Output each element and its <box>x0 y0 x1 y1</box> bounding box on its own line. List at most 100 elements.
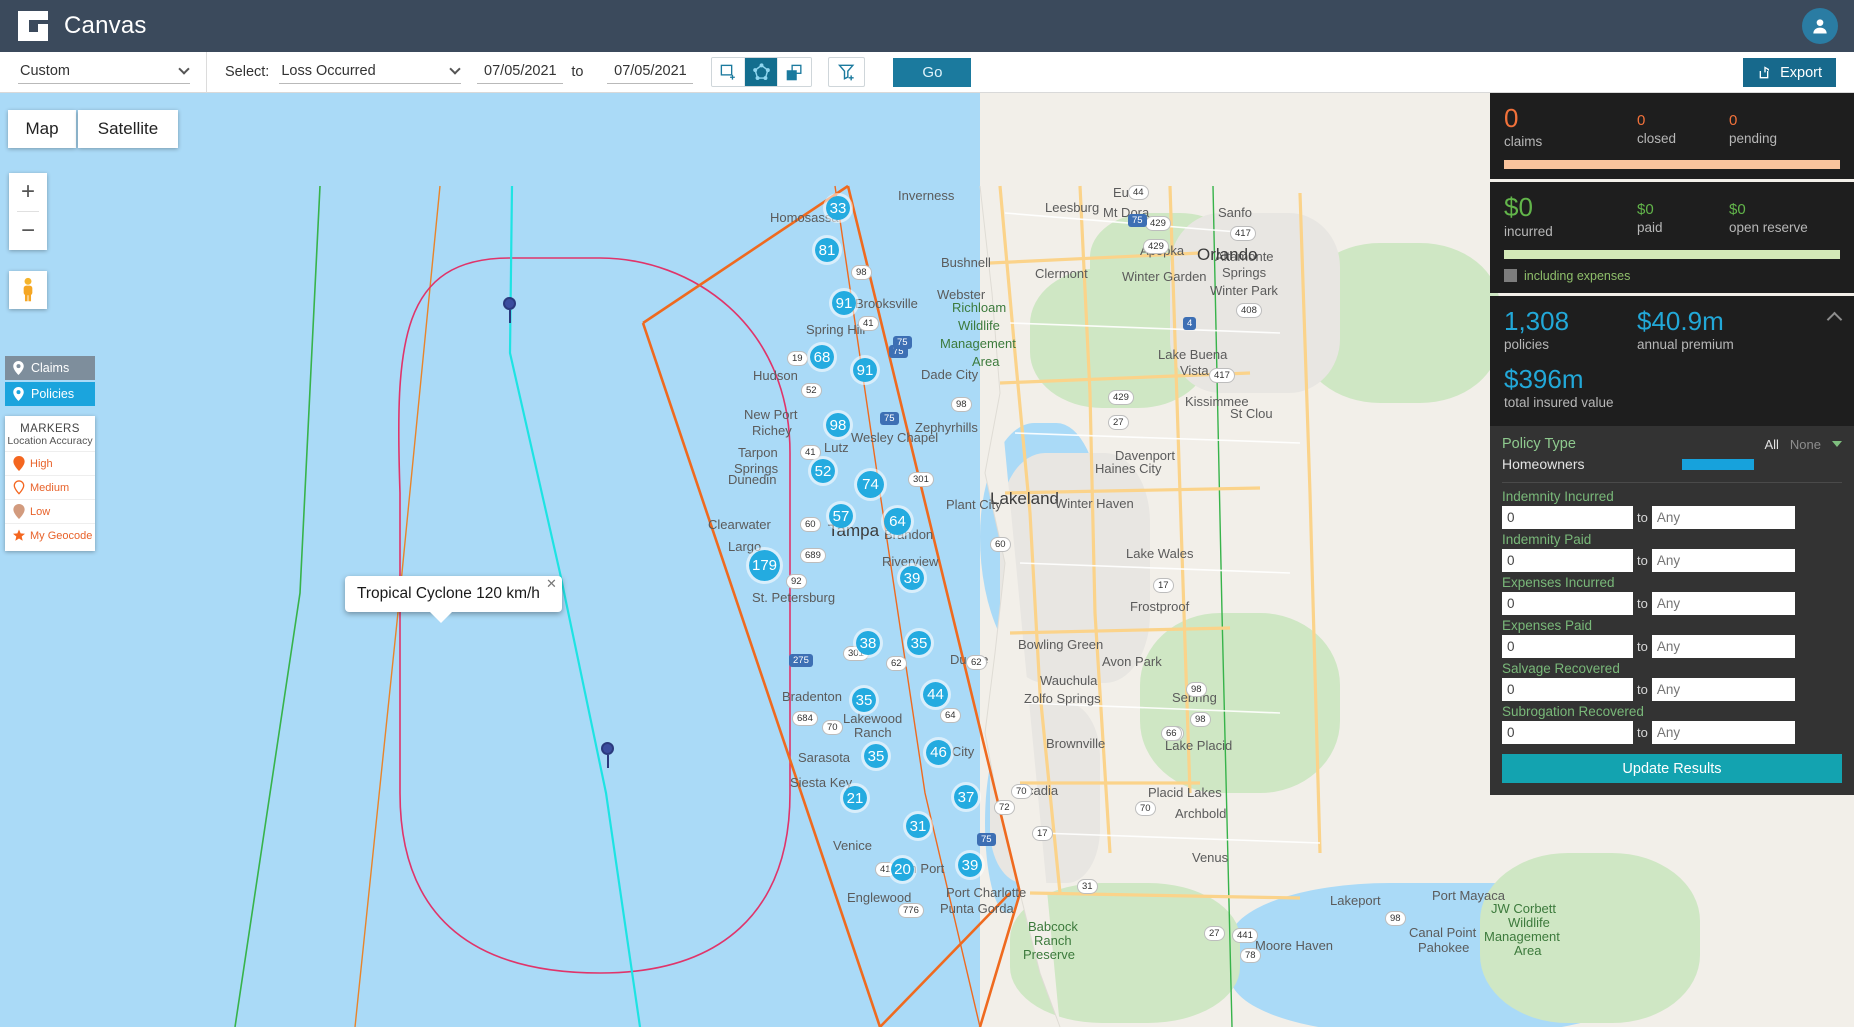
zoom-out-button[interactable]: − <box>9 212 47 250</box>
map-cluster-marker[interactable]: 35 <box>861 741 891 771</box>
map-cluster-marker[interactable]: 31 <box>903 811 933 841</box>
filter-group: Indemnity Paidto <box>1502 532 1842 572</box>
including-expenses-row[interactable]: including expenses <box>1504 269 1840 283</box>
filter-max-input[interactable] <box>1652 635 1795 658</box>
filters-divider <box>1502 482 1842 483</box>
policy-type-bar-homeowners <box>1682 459 1754 470</box>
filter-max-input[interactable] <box>1652 678 1795 701</box>
map-cluster-marker[interactable]: 179 <box>746 547 783 584</box>
date-from-input[interactable]: 07/05/2021 <box>477 61 563 84</box>
layer-chip-claims[interactable]: Claims <box>5 356 95 380</box>
claims-total-value: 0 <box>1504 105 1637 132</box>
map-cluster-marker[interactable]: 74 <box>854 468 887 501</box>
storm-track-point[interactable] <box>601 742 614 768</box>
zoom-in-button[interactable]: + <box>9 173 47 211</box>
incurred-progress-bar <box>1504 250 1840 259</box>
filter-label: Expenses Incurred <box>1502 575 1842 590</box>
map-type-map[interactable]: Map <box>8 110 76 148</box>
map-type-satellite[interactable]: Satellite <box>78 110 178 148</box>
map-place-label: Lutz <box>824 440 849 455</box>
policy-summary-card: 1,308 policies $40.9m annual premium $39… <box>1490 296 1854 427</box>
export-label: Export <box>1780 65 1822 81</box>
loss-basis-select[interactable]: Loss Occurred <box>279 61 461 84</box>
map-cluster-marker[interactable]: 91 <box>829 288 859 318</box>
policy-type-actions: All None <box>1764 437 1842 452</box>
date-preset-value: Custom <box>20 63 70 79</box>
chevron-up-icon[interactable] <box>1829 314 1840 325</box>
user-avatar-icon[interactable] <box>1802 8 1838 44</box>
filter-min-input[interactable] <box>1502 678 1633 701</box>
claims-summary-card: 0 claims 0 closed 0 pending <box>1490 93 1854 179</box>
filter-max-input[interactable] <box>1652 592 1795 615</box>
filter-label: Expenses Paid <box>1502 618 1842 633</box>
storm-track-point[interactable] <box>503 297 516 323</box>
map-cluster-marker[interactable]: 39 <box>955 850 985 880</box>
map-cluster-marker[interactable]: 68 <box>807 342 837 372</box>
date-preset-select[interactable]: Custom <box>18 61 190 84</box>
filter-max-input[interactable] <box>1652 506 1795 529</box>
filter-min-input[interactable] <box>1502 592 1633 615</box>
map-cluster-marker[interactable]: 39 <box>897 563 927 593</box>
map-cluster-marker[interactable]: 37 <box>951 782 981 812</box>
filter-min-input[interactable] <box>1502 721 1633 744</box>
map-cluster-marker[interactable]: 57 <box>826 501 856 531</box>
caret-down-icon[interactable] <box>1832 441 1842 447</box>
date-to-input[interactable]: 07/05/2021 <box>607 61 693 84</box>
map-cluster-marker[interactable]: 46 <box>923 737 954 768</box>
map-cluster-marker[interactable]: 21 <box>840 783 870 813</box>
map-cluster-marker[interactable]: 98 <box>823 410 853 440</box>
map-cluster-marker[interactable]: 35 <box>849 685 879 715</box>
map-cluster-marker[interactable]: 33 <box>823 193 853 223</box>
rectangle-select-icon[interactable] <box>712 58 745 86</box>
layer-chip-claims-label: Claims <box>31 361 69 375</box>
filter-max-input[interactable] <box>1652 549 1795 572</box>
export-button[interactable]: Export <box>1743 58 1836 87</box>
tiv-stat: $396m total insured value <box>1504 366 1840 410</box>
premium-value: $40.9m <box>1637 308 1734 335</box>
polygon-select-icon[interactable] <box>745 58 778 86</box>
policies-value: 1,308 <box>1504 308 1637 335</box>
markers-legend: MARKERS Location Accuracy High Medium Lo… <box>5 416 95 551</box>
claims-pending: 0 pending <box>1729 105 1821 149</box>
map-cluster-marker[interactable]: 91 <box>850 355 880 385</box>
update-results-button[interactable]: Update Results <box>1502 754 1842 783</box>
map-cluster-marker[interactable]: 20 <box>888 855 917 884</box>
map-cluster-marker[interactable]: 38 <box>853 628 883 658</box>
map-cluster-marker[interactable]: 52 <box>808 456 838 486</box>
filter-min-input[interactable] <box>1502 506 1633 529</box>
legend-label-high: High <box>30 458 53 470</box>
filter-max-input[interactable] <box>1652 721 1795 744</box>
filter-row: to <box>1502 506 1842 529</box>
policy-type-all[interactable]: All <box>1764 437 1778 452</box>
incurred-value: $0 <box>1504 194 1637 221</box>
map-route-shield: 776 <box>898 903 924 918</box>
paid-stat: $0 paid <box>1637 194 1729 238</box>
loss-basis-value: Loss Occurred <box>281 63 375 79</box>
map-cluster-marker[interactable]: 44 <box>920 679 951 710</box>
add-filter-button[interactable] <box>828 57 865 87</box>
multi-shape-select-icon[interactable] <box>778 58 811 86</box>
claims-closed-label: closed <box>1637 131 1729 146</box>
layer-chip-policies[interactable]: Policies <box>5 382 95 406</box>
filter-to-label: to <box>1637 725 1648 740</box>
filter-min-input[interactable] <box>1502 635 1633 658</box>
policy-type-row-homeowners[interactable]: Homeowners <box>1502 456 1842 472</box>
map-cluster-marker[interactable]: 35 <box>904 628 934 658</box>
filter-min-input[interactable] <box>1502 549 1633 572</box>
map-route-shield: 64 <box>940 708 961 723</box>
claims-total-label: claims <box>1504 134 1637 149</box>
filter-row: to <box>1502 635 1842 658</box>
close-icon[interactable]: ✕ <box>546 577 557 590</box>
map-route-shield: 98 <box>951 397 972 412</box>
map-place-label: Hudson <box>753 368 798 383</box>
map-cluster-marker[interactable]: 81 <box>812 235 842 265</box>
map-place-label: Richey <box>752 423 792 438</box>
go-button[interactable]: Go <box>893 58 971 87</box>
claims-pending-label: pending <box>1729 131 1821 146</box>
app-header: Canvas <box>0 0 1854 52</box>
map-cluster-marker[interactable]: 64 <box>881 505 914 538</box>
filter-label: Indemnity Paid <box>1502 532 1842 547</box>
policy-type-none[interactable]: None <box>1790 437 1821 452</box>
street-view-pegman-icon[interactable] <box>9 271 47 309</box>
including-expenses-checkbox[interactable] <box>1504 269 1517 282</box>
